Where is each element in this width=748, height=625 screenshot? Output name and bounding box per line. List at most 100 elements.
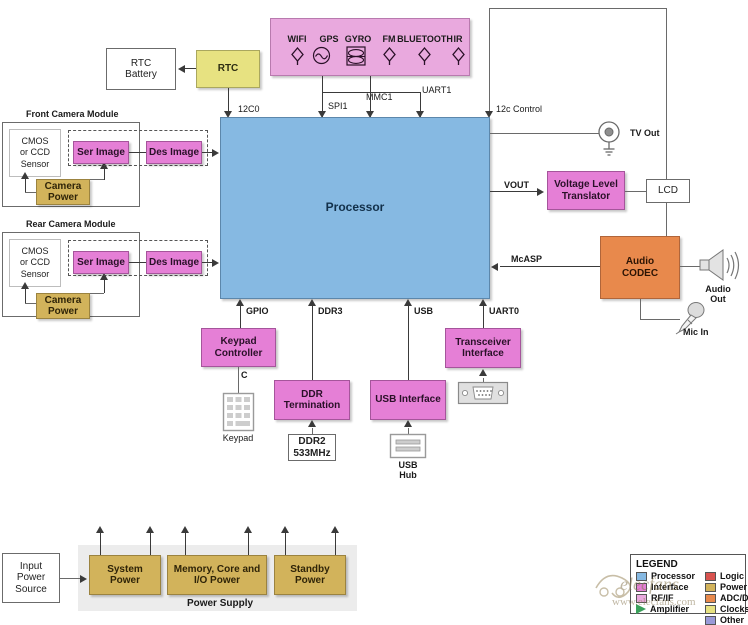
audio-codec-block: Audio CODEC (600, 236, 680, 299)
rear-camera-module-title: Rear Camera Module (26, 219, 116, 229)
legend-item-other: Other (705, 615, 748, 625)
legend-item-amplifier: Amplifier (636, 604, 695, 614)
system-power-block: System Power (89, 555, 161, 595)
gpio-line (240, 306, 241, 328)
rear-camera-power: Camera Power (36, 293, 90, 319)
rtc-label: RTC (217, 63, 239, 75)
transceiver-line1: Transceiver (455, 336, 511, 348)
keypad-controller-to-keypad-line (238, 367, 239, 393)
usb-interface-label: USB Interface (375, 394, 441, 406)
bus-label-vout: VOUT (504, 180, 530, 190)
tv-out-label: TV Out (630, 128, 660, 138)
legend-title: LEGEND (636, 559, 678, 570)
power-supply-label: Power Supply (186, 598, 254, 609)
vout-arrowhead (537, 187, 544, 196)
input-power-arrowhead (80, 574, 87, 583)
legend-label-other: Other (720, 615, 745, 625)
mcasp-line (500, 266, 600, 267)
rear-power-to-sensor-h (25, 303, 36, 304)
bus-label-i2c0: 12C0 (238, 104, 260, 114)
antenna-icon-bluetooth (418, 46, 431, 65)
i2c-control-top-run (489, 8, 667, 9)
legend-item-adcdac: ADC/DAC (705, 593, 748, 603)
legend-swatch-adcdac (705, 593, 717, 603)
front-camera-power-line2: Power (47, 192, 78, 203)
rtc-battery-block: RTC Battery (106, 48, 176, 90)
input-power-source-block: Input Power Source (2, 553, 60, 603)
ddr2-line1: DDR2 (298, 436, 326, 448)
gps-wave-icon (312, 46, 331, 65)
legend-item-clocks: Clocks (705, 604, 748, 614)
legend-swatch-logic (705, 571, 717, 581)
uart0-arrowhead (478, 299, 487, 306)
legend-swatch-clocks (705, 604, 717, 614)
speaker-icon (699, 249, 740, 281)
rear-des-image-block: Des Image (146, 251, 202, 274)
rtc-battery-label-line1: RTC (130, 57, 152, 69)
antenna-icon-ir (452, 46, 465, 65)
bus-label-mcasp: McASP (511, 254, 543, 264)
translator-to-lcd-line (625, 191, 646, 192)
legend-label-amplifier: Amplifier (650, 604, 690, 614)
rear-des-image-label: Des Image (148, 256, 200, 268)
power-rail-4 (248, 532, 249, 555)
usb-hub-icon (389, 433, 427, 459)
input-power-line (60, 578, 82, 579)
legend-swatch-processor (636, 571, 647, 581)
front-power-to-sensor-v (25, 178, 26, 192)
keypad-controller-block: Keypad Controller (201, 328, 276, 367)
rear-sensor-line1: CMOS (21, 246, 49, 257)
bus-label-spi1: SPI1 (328, 101, 348, 111)
wireless-label-gyro: GYRO (344, 34, 372, 44)
legend-label-clocks: Clocks (720, 604, 748, 614)
front-ser-to-des-line (129, 152, 146, 153)
front-camera-sensor: CMOS or CCD Sensor (9, 129, 61, 177)
legend-item-processor: Processor (636, 571, 695, 581)
legend-item-interface: Interface (636, 582, 695, 592)
legend-item-logic: Logic (705, 571, 748, 581)
rtc-battery-label-line2: Battery (125, 69, 157, 80)
front-sensor-line2: or CCD (19, 147, 50, 158)
system-power-line1: System (107, 563, 143, 575)
input-power-line2: Power (16, 572, 46, 584)
bus-label-i2c-control: 12c Control (496, 104, 543, 114)
keypad-controller-line1: Keypad (220, 336, 257, 348)
mic-in-label: Mic In (683, 327, 709, 337)
rear-sensor-line2: or CCD (19, 257, 50, 268)
legend-swatch-power (705, 582, 717, 592)
transceiver-line2: Interface (462, 348, 504, 359)
legend-column-left: Processor Interface RF/IF Amplifier (636, 571, 695, 625)
bus-label-usb: USB (414, 306, 434, 316)
legend-label-logic: Logic (720, 571, 745, 581)
power-rail-6 (335, 532, 336, 555)
antenna-icon-fm (383, 46, 396, 65)
lcd-label: LCD (657, 185, 678, 197)
usb-line (408, 306, 409, 380)
rear-ser-image-label: Ser Image (77, 256, 125, 268)
rear-camera-power-line1: Camera (44, 294, 82, 306)
power-rail-1-arrowhead (95, 526, 104, 533)
ddr3-line (312, 306, 313, 380)
memory-core-power-line1: Memory, Core and (173, 563, 261, 575)
rear-ser-image-block: Ser Image (73, 251, 129, 274)
legend-label-adcdac: ADC/DAC (720, 593, 748, 603)
power-rail-3 (185, 532, 186, 555)
antenna-icon-wifi (291, 46, 304, 65)
ddr-termination-block: DDR Termination (274, 380, 350, 420)
voltage-translator-line2: Translator (561, 190, 611, 202)
gpio-arrowhead (235, 299, 244, 306)
usb-arrowhead (403, 299, 412, 306)
memory-core-power-line2: I/O Power (193, 575, 241, 586)
bus-label-uart0: UART0 (489, 306, 520, 316)
rear-sensor-line3: Sensor (20, 268, 50, 279)
voltage-level-translator-block: Voltage Level Translator (547, 171, 625, 210)
memory-core-io-power-block: Memory, Core and I/O Power (167, 555, 267, 595)
power-rail-3-arrowhead (180, 526, 189, 533)
wireless-label-ir: IR (453, 34, 463, 44)
standby-power-line2: Power (294, 575, 325, 586)
system-power-line2: Power (109, 575, 140, 586)
legend-swatch-rfif (636, 593, 647, 603)
front-power-to-sensor-h (25, 192, 36, 193)
legend-item-rfif: RF/IF (636, 593, 695, 603)
vout-line (490, 191, 538, 192)
